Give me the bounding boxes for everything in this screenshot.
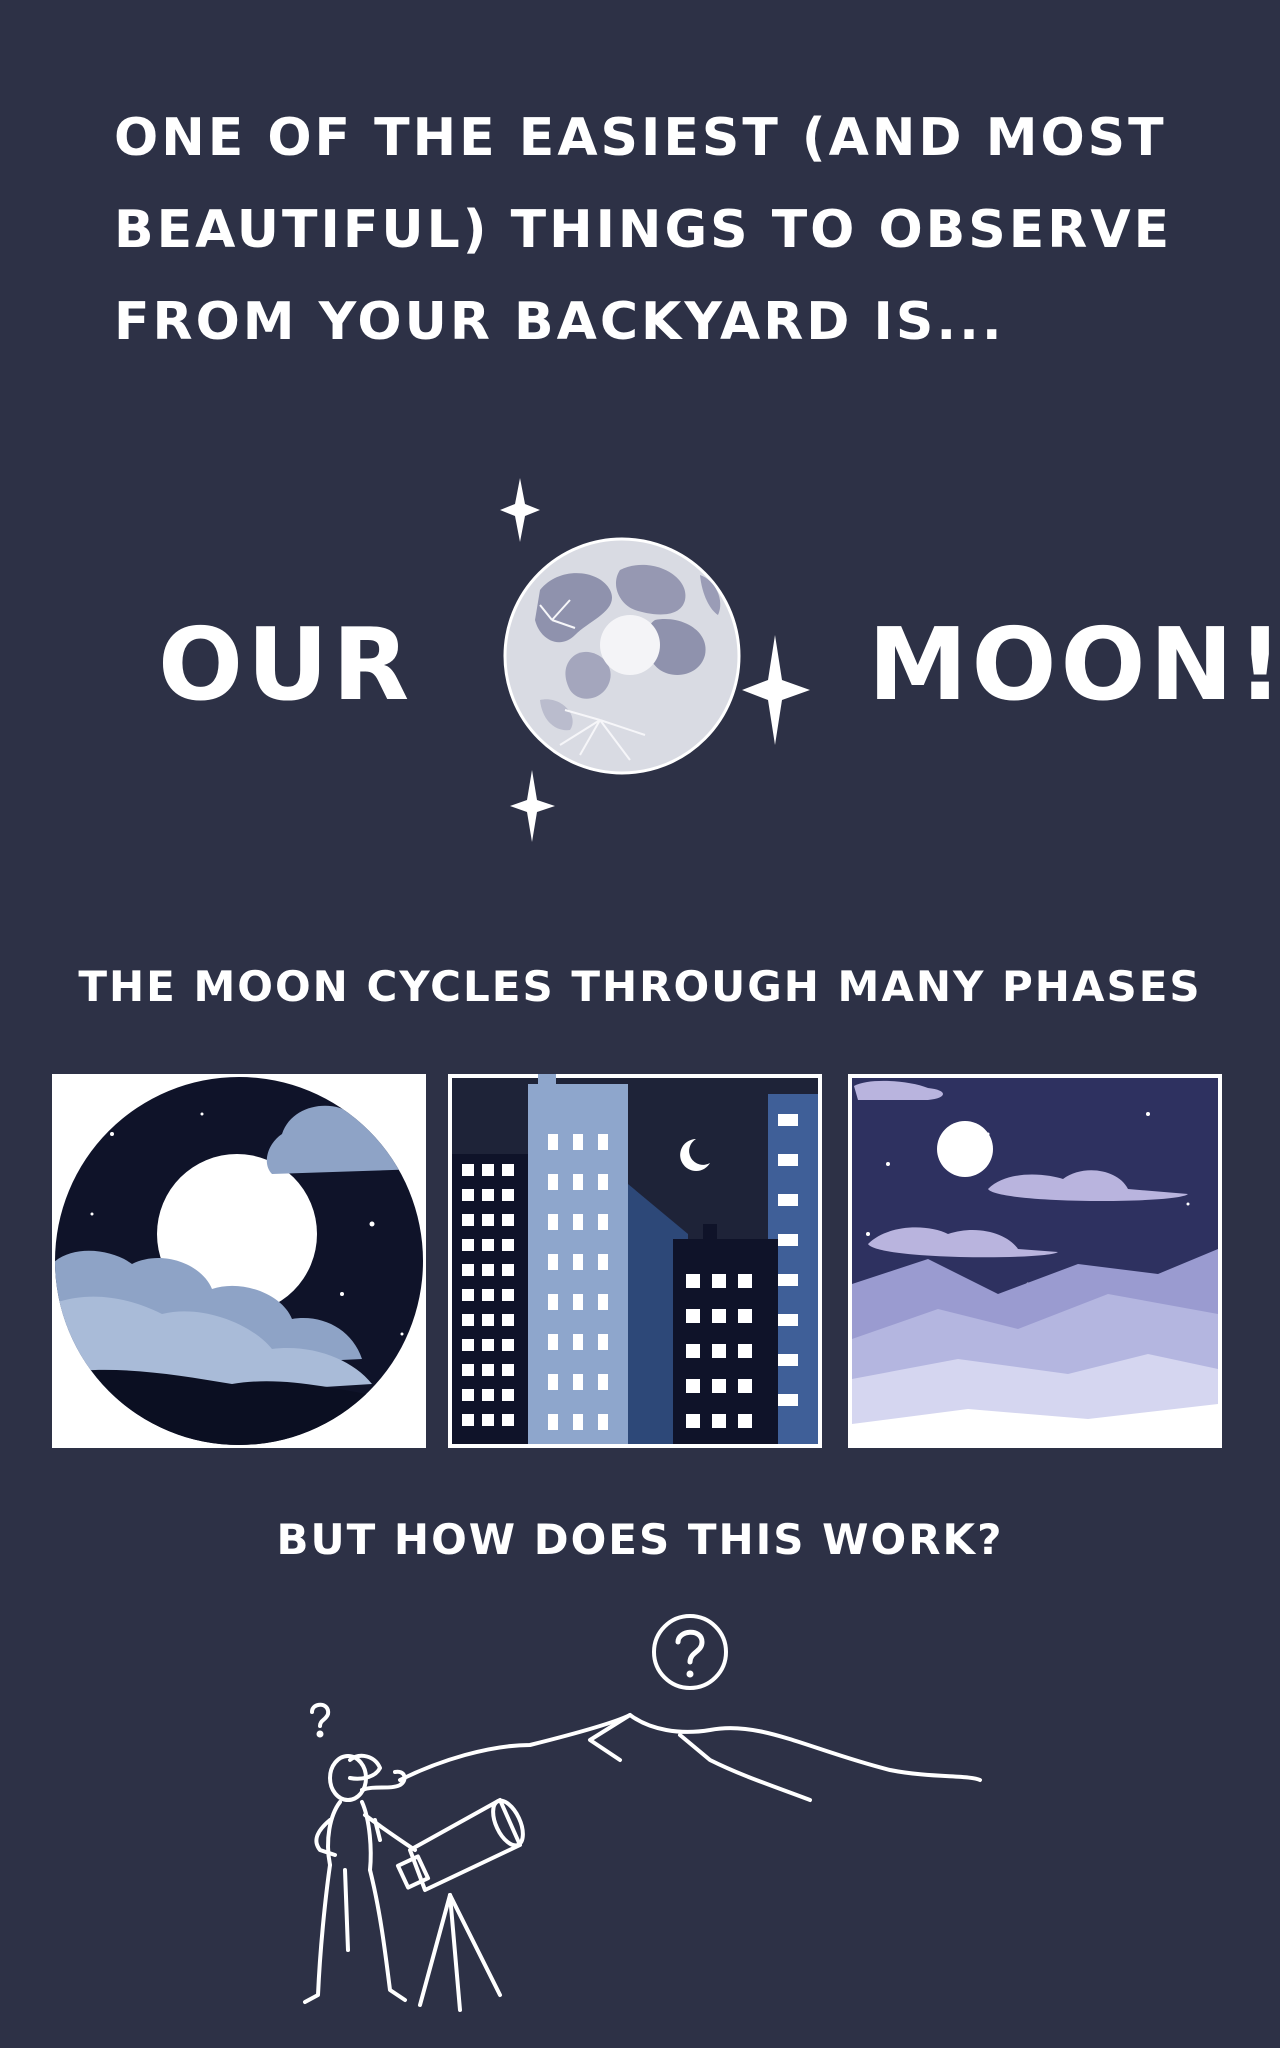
sparkle-icon [510,770,555,842]
panel-city-crescent [448,1074,822,1448]
mountains-outline [398,1713,982,1782]
sparkle-icon [742,635,810,745]
intro-line-2: BEAUTIFUL) THINGS TO OBSERVE [114,200,1173,260]
headline-moon: MOON! [868,606,1280,723]
panel-full-moon-clouds [52,1074,426,1448]
stargazer-telescope-illustration [303,1702,982,2012]
intro-line-3: FROM YOUR BACKYARD IS... [114,292,1005,352]
moon-icon [503,537,741,775]
telescope-icon [395,1798,525,2012]
phases-caption: THE MOON CYCLES THROUGH MANY PHASES [78,962,1202,1011]
intro-text: ONE OF THE EASIEST (AND MOST BEAUTIFUL) … [114,92,1194,368]
person-icon [303,1753,417,2004]
panel-mountains-moon [848,1074,1222,1448]
question-mark-icon [652,1614,728,1690]
full-moon-icon [937,1121,993,1177]
intro-line-1: ONE OF THE EASIEST (AND MOST [114,108,1167,168]
moon-illustration [500,478,810,842]
headline-our: OUR [158,606,414,723]
sparkle-icon [500,478,540,542]
question-caption: BUT HOW DOES THIS WORK? [276,1515,1004,1564]
